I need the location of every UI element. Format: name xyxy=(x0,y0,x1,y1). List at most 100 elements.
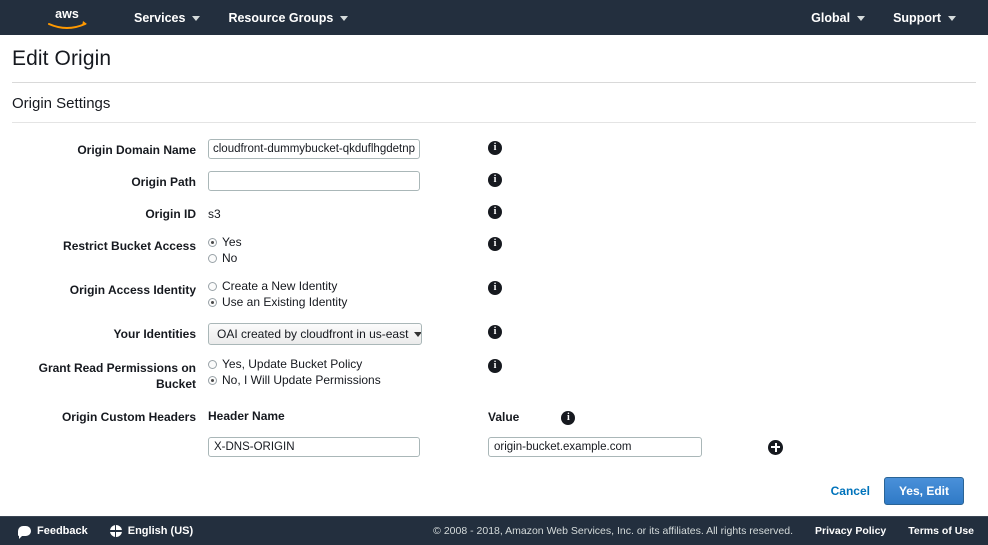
chevron-down-icon xyxy=(192,16,201,21)
row-grant-read-permissions: Grant Read Permissions on Bucket Yes, Up… xyxy=(12,357,976,392)
footer-left-group: Feedback English (US) xyxy=(18,525,206,539)
label-origin-custom-headers: Origin Custom Headers xyxy=(61,410,196,424)
radio-restrict-yes-label: Yes xyxy=(222,235,242,249)
radio-icon-unselected xyxy=(208,254,217,263)
chevron-down-icon xyxy=(857,16,866,21)
info-icon[interactable]: i xyxy=(488,205,502,219)
origin-path-input[interactable] xyxy=(208,171,420,191)
terms-of-use-link[interactable]: Terms of Use xyxy=(908,525,974,537)
language-label: English (US) xyxy=(127,525,194,537)
field-restrict-bucket-access: Yes No xyxy=(208,235,488,267)
label-your-identities: Your Identities xyxy=(113,327,196,341)
row-origin-domain-name: Origin Domain Name i xyxy=(12,139,976,159)
nav-item-support-label: Support xyxy=(893,10,941,25)
label-restrict-bucket-access: Restrict Bucket Access xyxy=(63,239,196,253)
custom-header-name-input[interactable] xyxy=(208,437,420,457)
info-icon[interactable]: i xyxy=(561,411,576,425)
field-origin-access-identity: Create a New Identity Use an Existing Id… xyxy=(208,279,488,311)
cancel-button[interactable]: Cancel xyxy=(831,484,870,498)
footer-bar: Feedback English (US) © 2008 - 2018, Ama… xyxy=(0,516,988,545)
radio-update-bucket-policy-yes[interactable]: Yes, Update Bucket Policy xyxy=(208,357,488,372)
info-icon[interactable]: i xyxy=(488,281,502,295)
nav-item-services[interactable]: Services xyxy=(120,0,214,35)
form-actions: Cancel Yes, Edit xyxy=(12,477,976,505)
nav-item-services-label: Services xyxy=(134,10,186,25)
copyright-text: © 2008 - 2018, Amazon Web Services, Inc.… xyxy=(433,525,794,537)
aws-logo[interactable]: aws xyxy=(44,5,90,31)
top-navbar: aws Services Resource Groups Global Supp… xyxy=(0,0,988,35)
label-grant-read-permissions: Grant Read Permissions on Bucket xyxy=(12,357,208,392)
radio-icon-selected xyxy=(208,298,217,307)
page-title: Edit Origin xyxy=(12,35,976,83)
radio-create-new-identity[interactable]: Create a New Identity xyxy=(208,279,488,294)
table-row xyxy=(208,437,976,457)
privacy-policy-link[interactable]: Privacy Policy xyxy=(815,525,886,537)
field-origin-id: s3 xyxy=(208,203,488,223)
navbar-right-group: Global Support xyxy=(797,0,988,35)
your-identities-select[interactable]: OAI created by cloudfront in us-east xyxy=(208,323,422,345)
custom-header-value-input[interactable] xyxy=(488,437,702,457)
submit-button[interactable]: Yes, Edit xyxy=(883,477,964,505)
field-origin-domain-name xyxy=(208,139,488,159)
radio-update-bucket-policy-no-label: No, I Will Update Permissions xyxy=(222,373,381,387)
column-header-name: Header Name xyxy=(208,409,285,423)
radio-update-bucket-policy-yes-label: Yes, Update Bucket Policy xyxy=(222,357,363,371)
label-origin-id: Origin ID xyxy=(145,207,196,221)
page-content: Edit Origin Origin Settings Origin Domai… xyxy=(0,35,988,505)
radio-use-existing-identity-label: Use an Existing Identity xyxy=(222,295,348,309)
origin-custom-headers-table: Header Name Value i xyxy=(208,406,976,457)
radio-icon-selected xyxy=(208,376,217,385)
chevron-down-icon xyxy=(948,16,956,21)
origin-domain-name-input[interactable] xyxy=(208,139,420,159)
cell-header-name xyxy=(208,437,488,457)
add-header-icon[interactable] xyxy=(768,439,783,455)
field-your-identities: OAI created by cloudfront in us-east xyxy=(208,323,488,345)
radio-restrict-no-label: No xyxy=(222,251,238,265)
label-grant-read-permissions-line2: Bucket xyxy=(155,377,196,391)
custom-headers-header-row: Header Name Value i xyxy=(208,406,976,425)
your-identities-selected-value: OAI created by cloudfront in us-east xyxy=(217,327,409,341)
nav-item-support[interactable]: Support xyxy=(879,0,970,35)
footer-right-group: © 2008 - 2018, Amazon Web Services, Inc.… xyxy=(433,525,974,537)
nav-item-resource-groups[interactable]: Resource Groups xyxy=(214,0,362,35)
language-selector[interactable]: English (US) xyxy=(109,525,194,537)
radio-restrict-no[interactable]: No xyxy=(208,251,488,266)
label-grant-read-permissions-line1: Grant Read Permissions on xyxy=(38,361,196,375)
globe-icon xyxy=(109,525,122,537)
nav-item-resource-groups-label: Resource Groups xyxy=(228,10,334,25)
chevron-down-icon xyxy=(414,331,421,337)
info-icon[interactable]: i xyxy=(488,173,502,187)
radio-icon-unselected xyxy=(208,282,217,291)
feedback-label: Feedback xyxy=(37,525,88,537)
field-grant-read-permissions: Yes, Update Bucket Policy No, I Will Upd… xyxy=(208,357,488,389)
radio-use-existing-identity[interactable]: Use an Existing Identity xyxy=(208,295,488,310)
radio-update-bucket-policy-no[interactable]: No, I Will Update Permissions xyxy=(208,373,488,388)
field-origin-path xyxy=(208,171,488,191)
label-origin-path: Origin Path xyxy=(131,175,196,189)
info-icon[interactable]: i xyxy=(488,237,502,251)
feedback-button[interactable]: Feedback xyxy=(18,525,88,539)
speech-bubble-icon xyxy=(18,526,31,539)
label-origin-access-identity: Origin Access Identity xyxy=(69,283,196,297)
row-origin-path: Origin Path i xyxy=(12,171,976,191)
row-origin-custom-headers: Origin Custom Headers Header Name Value … xyxy=(12,406,976,457)
nav-item-region-global[interactable]: Global xyxy=(797,0,879,35)
aws-logo-icon: aws xyxy=(48,7,87,29)
svg-text:aws: aws xyxy=(55,7,79,21)
column-header-value: Value xyxy=(488,410,520,424)
radio-restrict-yes[interactable]: Yes xyxy=(208,235,488,250)
info-icon[interactable]: i xyxy=(488,325,502,339)
info-icon[interactable]: i xyxy=(488,359,502,373)
info-icon[interactable]: i xyxy=(488,141,502,155)
chevron-down-icon xyxy=(340,16,349,21)
radio-create-new-identity-label: Create a New Identity xyxy=(222,279,338,293)
nav-item-region-label: Global xyxy=(811,10,851,25)
label-origin-domain-name: Origin Domain Name xyxy=(77,143,196,157)
row-origin-access-identity: Origin Access Identity Create a New Iden… xyxy=(12,279,976,311)
origin-settings-form: Origin Domain Name i Origin Path i Origi… xyxy=(12,123,976,457)
row-origin-id: Origin ID s3 i xyxy=(12,203,976,223)
section-title-origin-settings: Origin Settings xyxy=(12,83,976,123)
origin-id-value: s3 xyxy=(208,207,221,221)
radio-icon-selected xyxy=(208,238,217,247)
row-your-identities: Your Identities OAI created by cloudfron… xyxy=(12,323,976,345)
